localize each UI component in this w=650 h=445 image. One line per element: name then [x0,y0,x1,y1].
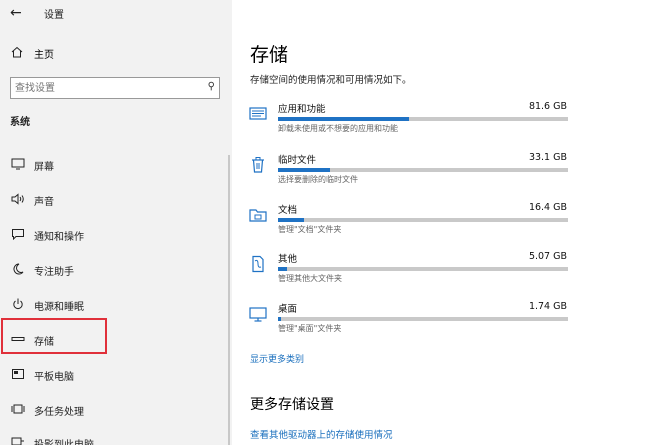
more-storage-settings-heading: 更多存储设置 [250,397,334,413]
sidebar-item-storage[interactable]: 存储 [0,326,232,354]
main-content: 存储 存储空间的使用情况和可用情况如下。 应用和功能 81.6 GB 卸载未使用… [232,0,650,445]
title-bar: ← 设置 [0,0,232,28]
page-title: 存储 [250,44,289,66]
sidebar-item-sound[interactable]: 声音 [0,186,232,214]
sidebar-item-label: 投影到此电脑 [34,436,94,445]
view-other-drives-link[interactable]: 查看其他驱动器上的存储使用情况 [250,427,393,441]
moon-icon [13,263,24,275]
usage-bar-fill [278,168,331,172]
apps-icon [249,107,267,120]
back-arrow-icon[interactable]: ← [10,5,30,21]
storage-item-desc: 管理"文档"文件夹 [278,225,342,234]
sidebar: ← 设置 主页 ⚲ 系统 屏幕 声音 通知和操作 [0,0,232,445]
storage-item-size: 16.4 GB [528,202,567,213]
sidebar-scrollbar[interactable] [228,155,230,445]
sidebar-item-project[interactable]: 投影到此电脑 [0,429,232,445]
storage-item-size: 5.07 GB [528,251,567,262]
section-label: 系统 [10,117,30,128]
usage-bar [278,317,568,321]
folder-icon [249,209,267,222]
home-nav-item[interactable]: 主页 [0,42,232,64]
home-label: 主页 [34,50,54,61]
sidebar-item-label: 专注助手 [34,267,74,278]
usage-bar-fill [278,317,281,321]
storage-item-name: 桌面 [278,304,298,315]
storage-item-name: 临时文件 [278,155,317,166]
speaker-icon [11,193,24,205]
document-icon [252,255,264,273]
storage-item-desktop[interactable]: 桌面 1.74 GB 管理"桌面"文件夹 [232,301,650,345]
storage-item-desc: 卸载未使用或不想要的应用和功能 [278,124,398,133]
search-input[interactable] [15,80,195,96]
storage-item-size: 33.1 GB [528,152,567,163]
show-more-categories-link[interactable]: 显示更多类别 [250,352,304,365]
desktop-icon [249,307,267,322]
sidebar-item-notifications[interactable]: 通知和操作 [0,221,232,249]
projector-icon [11,437,24,445]
usage-bar [278,168,568,172]
usage-bar-fill [278,218,305,222]
usage-bar-fill [278,267,287,271]
sidebar-item-label: 通知和操作 [34,232,84,243]
sidebar-item-label: 电源和睡眠 [34,302,84,313]
monitor-icon [11,158,25,170]
sidebar-item-label: 声音 [34,197,54,208]
sidebar-item-focus-assist[interactable]: 专注助手 [0,256,232,284]
storage-item-size: 81.6 GB [528,101,567,112]
usage-bar [278,117,568,121]
search-icon[interactable]: ⚲ [208,81,215,92]
sidebar-item-tablet[interactable]: 平板电脑 [0,361,232,389]
storage-item-name: 应用和功能 [278,104,326,115]
multitask-icon [11,404,25,414]
storage-item-name: 文档 [278,205,298,216]
sidebar-item-label: 多任务处理 [34,407,84,418]
sidebar-item-label: 存储 [34,337,54,348]
sidebar-item-label: 屏幕 [34,162,54,173]
app-title: 设置 [44,10,64,21]
sidebar-item-label: 平板电脑 [34,372,74,383]
page-subtitle: 存储空间的使用情况和可用情况如下。 [250,75,412,86]
power-icon [13,298,23,309]
storage-item-name: 其他 [278,254,298,265]
storage-item-other[interactable]: 其他 5.07 GB 管理其他大文件夹 [232,251,650,295]
storage-item-desc: 管理"桌面"文件夹 [278,324,342,333]
usage-bar [278,218,568,222]
storage-icon [11,337,25,341]
storage-item-size: 1.74 GB [528,301,567,312]
search-box[interactable]: ⚲ [10,77,220,99]
message-icon [12,229,24,240]
usage-bar-fill [278,117,409,121]
storage-item-desc: 管理其他大文件夹 [278,274,342,283]
storage-item-documents[interactable]: 文档 16.4 GB 管理"文档"文件夹 [232,202,650,246]
storage-item-apps[interactable]: 应用和功能 81.6 GB 卸载未使用或不想要的应用和功能 [232,101,650,145]
storage-item-temp[interactable]: 临时文件 33.1 GB 选择要删除的临时文件 [232,152,650,196]
sidebar-item-multitasking[interactable]: 多任务处理 [0,396,232,424]
sidebar-item-power[interactable]: 电源和睡眠 [0,291,232,319]
tablet-icon [12,369,24,379]
trash-icon [252,157,264,173]
sidebar-item-display[interactable]: 屏幕 [0,151,232,179]
usage-bar [278,267,568,271]
storage-item-desc: 选择要删除的临时文件 [278,175,358,184]
home-icon [11,46,23,58]
